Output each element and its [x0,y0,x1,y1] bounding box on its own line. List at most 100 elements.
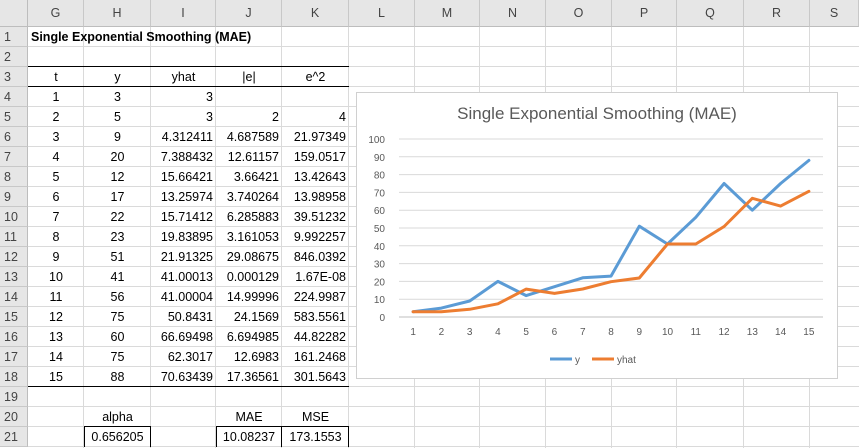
table-cell[interactable]: 3 [151,87,216,107]
table-cell[interactable]: 583.5561 [282,307,349,327]
row-header-6[interactable]: 6 [0,127,28,147]
column-header-P[interactable]: P [612,0,677,27]
row-header-16[interactable]: 16 [0,327,28,347]
table-cell[interactable]: 15 [28,367,84,387]
table-cell[interactable]: 3.161053 [216,227,282,247]
table-cell[interactable] [282,87,349,107]
table-cell[interactable]: 12.6983 [216,347,282,367]
table-cell[interactable]: 5 [28,167,84,187]
table-cell[interactable]: 4 [28,147,84,167]
row-header-18[interactable]: 18 [0,367,28,387]
row-header-19[interactable]: 19 [0,387,28,407]
row-header-8[interactable]: 8 [0,167,28,187]
table-cell[interactable]: 21.97349 [282,127,349,147]
table-cell[interactable]: 1.67E-08 [282,267,349,287]
table-cell[interactable]: 62.3017 [151,347,216,367]
table-cell[interactable]: 12 [28,307,84,327]
table-cell[interactable]: 22 [84,207,151,227]
table-cell[interactable]: 75 [84,347,151,367]
table-cell[interactable]: 7 [28,207,84,227]
table-cell[interactable]: 3.66421 [216,167,282,187]
line-chart[interactable]: Single Exponential Smoothing (MAE) 0 10 20 3… [356,92,838,379]
table-header-cell[interactable]: e^2 [282,67,349,87]
table-cell[interactable]: 7.388432 [151,147,216,167]
table-cell[interactable]: 161.2468 [282,347,349,367]
column-header-I[interactable]: I [151,0,216,27]
table-cell[interactable]: 8 [28,227,84,247]
table-cell[interactable]: 6.694985 [216,327,282,347]
sheet-title-cell[interactable]: Single Exponential Smoothing (MAE) [28,27,358,47]
table-cell[interactable]: 17.36561 [216,367,282,387]
column-header-L[interactable]: L [349,0,415,27]
table-cell[interactable]: 21.91325 [151,247,216,267]
table-cell[interactable]: 70.63439 [151,367,216,387]
table-cell[interactable]: 12.61157 [216,147,282,167]
row-header-17[interactable]: 17 [0,347,28,367]
column-header-Q[interactable]: Q [677,0,744,27]
table-cell[interactable]: 19.83895 [151,227,216,247]
table-cell[interactable]: 4.687589 [216,127,282,147]
table-cell[interactable]: 846.0392 [282,247,349,267]
table-cell[interactable]: 3 [151,107,216,127]
table-cell[interactable]: 44.82282 [282,327,349,347]
table-cell[interactable]: 50.8431 [151,307,216,327]
table-cell[interactable]: 3 [84,87,151,107]
table-cell[interactable]: 12 [84,167,151,187]
table-cell[interactable]: 3.740264 [216,187,282,207]
table-cell[interactable]: 5 [84,107,151,127]
mse-label-cell[interactable]: MSE [282,407,349,427]
table-cell[interactable]: 60 [84,327,151,347]
table-cell[interactable]: 24.1569 [216,307,282,327]
table-cell[interactable]: 11 [28,287,84,307]
table-cell[interactable]: 9 [28,247,84,267]
table-cell[interactable]: 41 [84,267,151,287]
column-header-S[interactable]: S [810,0,859,27]
table-cell[interactable]: 75 [84,307,151,327]
row-header-10[interactable]: 10 [0,207,28,227]
table-cell[interactable]: 6.285883 [216,207,282,227]
column-header-R[interactable]: R [744,0,810,27]
table-header-cell[interactable]: |e| [216,67,282,87]
table-cell[interactable]: 15.71412 [151,207,216,227]
table-cell[interactable]: 0.000129 [216,267,282,287]
mae-value-cell[interactable]: 10.08237 [216,427,282,447]
table-cell[interactable]: 13.25974 [151,187,216,207]
column-header-M[interactable]: M [415,0,480,27]
row-header-12[interactable]: 12 [0,247,28,267]
select-all-corner[interactable] [0,0,28,27]
table-cell[interactable]: 2 [216,107,282,127]
table-cell[interactable]: 159.0517 [282,147,349,167]
column-header-H[interactable]: H [84,0,151,27]
column-header-N[interactable]: N [480,0,546,27]
alpha-value-cell[interactable]: 0.656205 [84,427,151,447]
table-cell[interactable]: 66.69498 [151,327,216,347]
table-cell[interactable]: 10 [28,267,84,287]
table-cell[interactable]: 1 [28,87,84,107]
mse-value-cell[interactable]: 173.1553 [282,427,349,447]
table-cell[interactable]: 41.00013 [151,267,216,287]
table-cell[interactable]: 39.51232 [282,207,349,227]
row-header-4[interactable]: 4 [0,87,28,107]
table-header-cell[interactable]: t [28,67,84,87]
row-header-13[interactable]: 13 [0,267,28,287]
table-cell[interactable]: 51 [84,247,151,267]
table-cell[interactable]: 4.312411 [151,127,216,147]
table-cell[interactable]: 9 [84,127,151,147]
table-cell[interactable]: 4 [282,107,349,127]
table-cell[interactable]: 88 [84,367,151,387]
row-header-21[interactable]: 21 [0,427,28,447]
table-cell[interactable]: 13.98958 [282,187,349,207]
table-cell[interactable]: 9.992257 [282,227,349,247]
row-header-3[interactable]: 3 [0,67,28,87]
table-cell[interactable]: 3 [28,127,84,147]
table-cell[interactable]: 6 [28,187,84,207]
table-cell[interactable] [216,87,282,107]
table-cell[interactable]: 224.9987 [282,287,349,307]
row-header-1[interactable]: 1 [0,27,28,47]
column-header-O[interactable]: O [546,0,612,27]
table-cell[interactable]: 13 [28,327,84,347]
table-header-cell[interactable]: y [84,67,151,87]
row-header-11[interactable]: 11 [0,227,28,247]
table-cell[interactable]: 2 [28,107,84,127]
table-cell[interactable]: 14.99996 [216,287,282,307]
